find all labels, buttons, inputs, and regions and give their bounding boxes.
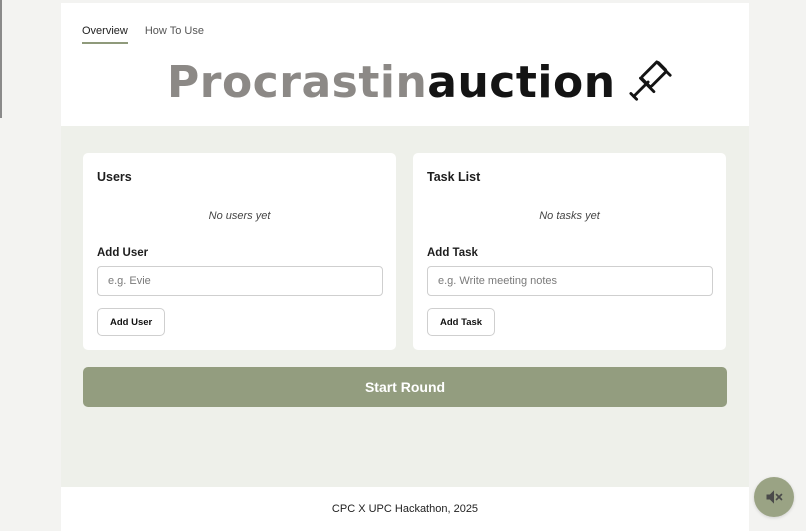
users-title: Users	[97, 170, 132, 184]
user-name-input[interactable]	[97, 266, 383, 296]
speaker-muted-icon	[766, 490, 783, 504]
tasks-title: Task List	[427, 170, 481, 184]
add-task-button[interactable]: Add Task	[427, 308, 496, 336]
users-card: Users No users yet Add User Add User	[83, 153, 396, 350]
main-content: Users No users yet Add User Add User Tas…	[61, 126, 749, 487]
start-round-button[interactable]: Start Round	[83, 367, 727, 407]
app-page: Overview How To Use Procrastin auction Us…	[61, 3, 749, 531]
logo-text-part1: Procrastin	[167, 56, 428, 108]
footer: CPC X UPC Hackathon, 2025	[61, 487, 749, 531]
tab-bar: Overview How To Use	[82, 25, 204, 44]
gavel-icon	[628, 60, 672, 101]
add-user-button[interactable]: Add User	[97, 308, 166, 336]
logo-text-part2: auction	[427, 56, 616, 108]
tasks-card: Task List No tasks yet Add Task Add Task	[413, 153, 726, 350]
add-user-label: Add User	[97, 247, 149, 259]
task-name-input[interactable]	[427, 266, 713, 296]
sound-toggle-button[interactable]	[754, 477, 794, 517]
tab-overview[interactable]: Overview	[82, 25, 128, 44]
add-task-label: Add Task	[427, 247, 478, 259]
users-empty-message: No users yet	[208, 210, 271, 222]
header: Overview How To Use Procrastin auction	[61, 3, 749, 126]
tasks-empty-message: No tasks yet	[539, 210, 600, 222]
tab-how-to-use[interactable]: How To Use	[145, 25, 204, 44]
app-logo: Procrastin auction	[167, 56, 674, 108]
window-edge	[0, 0, 2, 118]
